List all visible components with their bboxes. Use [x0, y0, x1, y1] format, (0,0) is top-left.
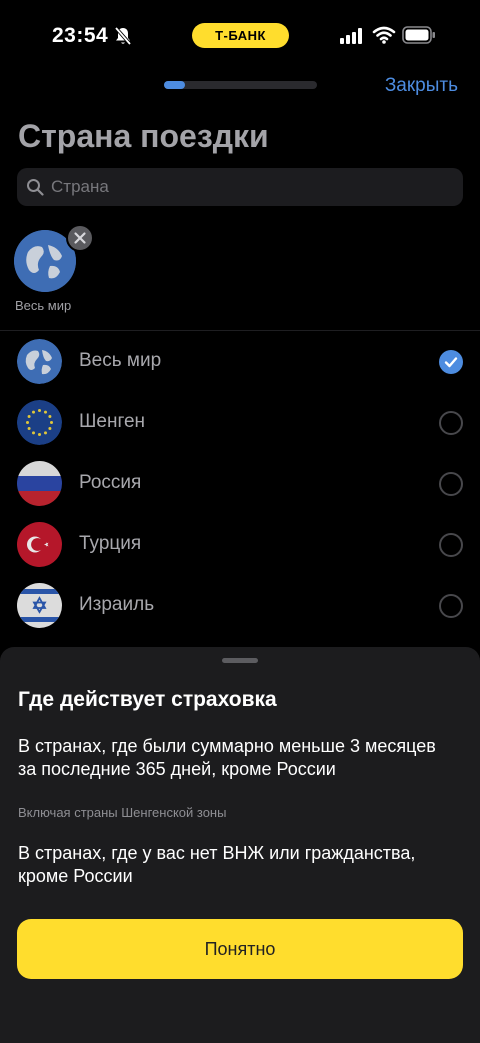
search-input[interactable]	[51, 168, 451, 206]
country-name: Россия	[79, 472, 142, 493]
remove-chip-button[interactable]	[66, 224, 94, 252]
country-row-israel[interactable]: Израиль	[0, 575, 480, 636]
globe-icon	[17, 339, 62, 384]
close-button[interactable]: Закрыть	[385, 75, 458, 97]
checkbox-checked[interactable]	[439, 350, 463, 374]
check-icon	[444, 357, 458, 368]
step-progress-fill	[164, 81, 186, 89]
checkbox-unchecked[interactable]	[439, 533, 463, 557]
selected-chip-world[interactable]	[14, 224, 94, 292]
eu-flag-icon	[17, 400, 62, 445]
search-bar[interactable]	[17, 168, 463, 206]
selected-chip-label: Весь мир	[15, 298, 72, 313]
close-icon	[74, 232, 86, 244]
israel-flag-icon	[17, 583, 62, 628]
checkbox-unchecked[interactable]	[439, 472, 463, 496]
coverage-note: Включая страны Шенгенской зоны	[18, 805, 227, 820]
checkbox-unchecked[interactable]	[439, 594, 463, 618]
country-row-world[interactable]: Весь мир	[0, 331, 480, 392]
step-progress-bar	[164, 81, 317, 89]
russia-flag-icon	[17, 461, 62, 506]
sheet-title: Где действует страховка	[18, 688, 277, 711]
got-it-button[interactable]: Понятно	[17, 919, 463, 979]
country-row-turkey[interactable]: Турция	[0, 514, 480, 575]
country-row-schengen[interactable]: Шенген	[0, 392, 480, 453]
country-row-russia[interactable]: Россия	[0, 453, 480, 514]
turkey-flag-icon	[17, 522, 62, 567]
country-name: Турция	[79, 533, 142, 554]
checkbox-unchecked[interactable]	[439, 411, 463, 435]
sheet-grabber[interactable]	[222, 658, 258, 663]
search-icon	[27, 179, 44, 196]
insurance-info-sheet: Где действует страховка В странах, где б…	[0, 647, 480, 1043]
country-name: Шенген	[79, 411, 146, 432]
page-title: Страна поездки	[18, 118, 269, 154]
coverage-condition-2: В странах, где у вас нет ВНЖ или граждан…	[18, 843, 416, 886]
country-name: Израиль	[79, 594, 155, 615]
country-name: Весь мир	[79, 350, 162, 371]
coverage-condition-1: В странах, где были суммарно меньше 3 ме…	[18, 736, 436, 779]
